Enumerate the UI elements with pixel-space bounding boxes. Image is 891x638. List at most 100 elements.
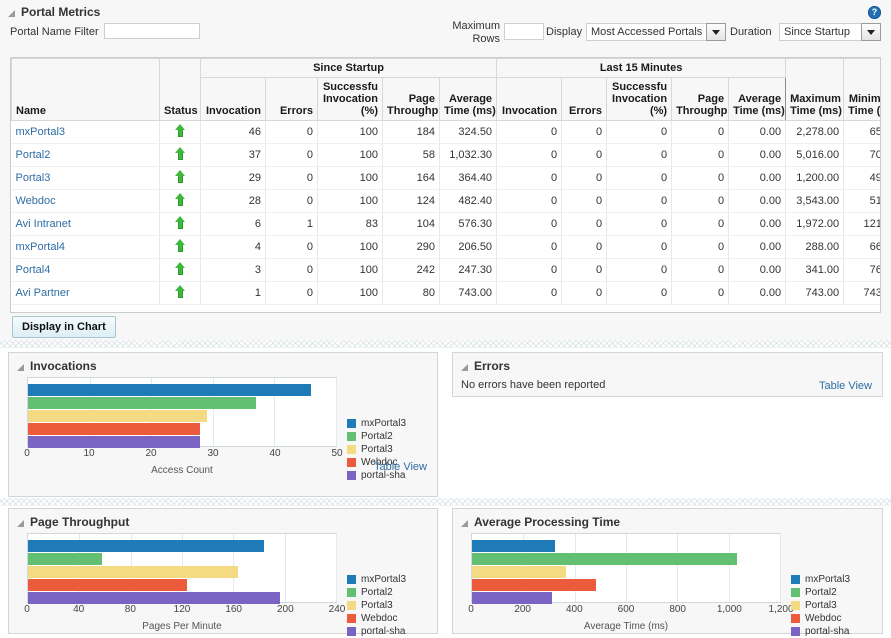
portal-name-link[interactable]: Portal2 [16,149,51,161]
legend-item[interactable]: portal-sha [347,625,406,638]
col-header-minimum-time[interactable]: Minimum Time (ms) [843,58,880,121]
col-header-l15-page-throughput[interactable]: Page Throughpu [671,77,730,121]
x-axis-tick-label: 0 [24,448,30,459]
metrics-table-container[interactable]: Name Status Since Startup Last 15 Minute… [10,57,881,313]
col-header-l15-invocation[interactable]: Invocation [496,77,563,121]
chart-bar[interactable] [28,410,207,422]
chart-bar[interactable] [472,579,596,591]
table-row[interactable]: Portal3 29 0 100 164 364.40 0 0 0 0 0.00 1,200.00 49… [11,166,880,190]
display-select[interactable]: Most Accessed Portals [586,23,726,41]
chart-bar[interactable] [28,384,312,396]
portal-name-link[interactable]: mxPortal3 [16,126,66,138]
cell-minimum-time: 743.00 [843,281,880,305]
col-header-l15-successful-invocation-pct[interactable]: Successfu Invocation (%) [606,77,673,121]
invocations-table-view-link[interactable]: Table View [374,461,427,473]
maximum-rows-input[interactable] [504,23,544,40]
cell-maximum-time: 341.00 [785,258,845,282]
legend-item[interactable]: Portal2 [347,430,406,443]
legend-item[interactable]: Webdoc [791,612,850,625]
table-row[interactable]: Avi Partner 1 0 100 80 743.00 0 0 0 0 0.00 743.00 74… [11,281,880,305]
col-header-l15-average-time[interactable]: Average Time (ms) [728,77,787,121]
cell-name[interactable]: Avi Intranet [11,212,160,236]
legend-item[interactable]: Portal3 [347,599,406,612]
errors-panel-title: Errors [453,353,882,377]
invocations-x-axis: 0 10 20 30 40 50 [24,447,342,469]
collapse-triangle-icon[interactable] [17,363,24,371]
cell-l15-successful-pct: 0 [606,258,673,282]
legend-item[interactable]: Portal3 [347,443,406,456]
portal-name-link[interactable]: Portal3 [16,172,51,184]
col-header-ss-invocation[interactable]: Invocation [200,77,266,121]
table-row[interactable]: Webdoc280100124482.4000000.003,543.0051.… [11,189,880,213]
legend-item[interactable]: mxPortal3 [347,573,406,586]
cell-l15-page-throughput: 0 [671,281,730,305]
col-header-status[interactable]: Status [159,58,201,121]
chart-bar[interactable] [28,423,201,435]
table-row[interactable]: mxPortal3 46 0 100 184 324.50 0 0 0 0 0.00 2,278.00… [11,120,880,144]
legend-item[interactable]: mxPortal3 [791,573,850,586]
col-header-maximum-time[interactable]: Maximum Time (ms) [785,58,845,121]
chart-bar[interactable] [472,553,737,565]
table-row[interactable]: mxPortal440100290206.5000000.00288.0066.… [11,235,880,259]
cell-minimum-time: 121.00 [843,212,880,236]
x-axis-tick-label: 0 [468,604,474,615]
portal-name-link[interactable]: mxPortal4 [16,241,66,253]
cell-minimum-time: 76.00 [843,258,880,282]
display-in-chart-button[interactable]: Display in Chart [12,316,116,338]
cell-name[interactable]: Portal4 [11,258,160,282]
chart-bar[interactable] [28,566,239,578]
cell-name[interactable]: Avi Partner [11,281,160,305]
portal-name-filter-input[interactable] [104,23,200,39]
table-row[interactable]: Avi Intranet 6 1 83 104 576.30 0 0 0 0 0.00 1,972.0… [11,212,880,236]
col-header-l15-errors[interactable]: Errors [561,77,608,121]
table-row[interactable]: Portal2 37 0 100 58 1,032.30 0 0 0 0 0.00 5,016.00 7… [11,143,880,167]
errors-table-view-link[interactable]: Table View [819,380,872,392]
chart-bar[interactable] [472,540,556,552]
chart-bar[interactable] [28,397,256,409]
info-icon[interactable]: ? [868,6,881,19]
cell-ss-page-throughput: 80 [382,281,440,305]
chart-bar[interactable] [28,579,188,591]
legend-item[interactable]: mxPortal3 [347,417,406,430]
portal-name-link[interactable]: Portal4 [16,264,51,276]
cell-maximum-time: 1,972.00 [785,212,845,236]
table-row[interactable]: Portal430100242247.3000000.00341.0076.00 [11,258,880,282]
cell-l15-errors: 0 [561,143,608,167]
legend-item[interactable]: portal-sha [791,625,850,638]
col-header-name[interactable]: Name [11,58,160,121]
portal-name-link[interactable]: Avi Intranet [16,218,71,230]
collapse-triangle-icon[interactable] [17,519,24,527]
legend-label: Webdoc [805,613,842,624]
collapse-triangle-icon[interactable] [461,519,468,527]
portal-name-link[interactable]: Webdoc [16,195,56,207]
display-select-chevron-down-icon[interactable] [706,23,726,41]
col-header-ss-errors[interactable]: Errors [265,77,318,121]
collapse-triangle-icon[interactable] [461,363,468,371]
legend-item[interactable]: Portal2 [791,586,850,599]
legend-item[interactable]: Portal2 [347,586,406,599]
cell-ss-invocation: 4 [200,235,266,259]
cell-name[interactable]: Portal2 [11,143,160,167]
legend-color-swatch [791,614,800,623]
collapse-triangle-icon[interactable] [8,9,15,17]
col-header-ss-successful-invocation-pct[interactable]: Successfu Invocation (%) [317,77,383,121]
portal-name-link[interactable]: Avi Partner [16,287,70,299]
cell-name[interactable]: Webdoc [11,189,160,213]
legend-item[interactable]: Webdoc [347,612,406,625]
cell-name[interactable]: Portal3 [11,166,160,190]
chart-bar[interactable] [472,566,566,578]
cell-name[interactable]: mxPortal4 [11,235,160,259]
cell-ss-page-throughput: 184 [382,120,440,144]
col-header-ss-page-throughput[interactable]: Page Throughpu [382,77,440,121]
chart-bar[interactable] [28,540,265,552]
col-header-ss-average-time[interactable]: Average Time (ms) [438,77,498,121]
chart-bar[interactable] [28,553,103,565]
chart-gridline [574,534,576,602]
ss-pt-line2: Throughpu [387,105,440,117]
portal-metrics-panel: Portal Metrics ? Portal Name Filter Maxi… [0,0,891,348]
cell-name[interactable]: mxPortal3 [11,120,160,144]
legend-item[interactable]: Portal3 [791,599,850,612]
duration-select-chevron-down-icon[interactable] [861,23,881,41]
average-processing-time-plot-area [471,533,781,604]
cell-ss-errors: 0 [265,166,318,190]
